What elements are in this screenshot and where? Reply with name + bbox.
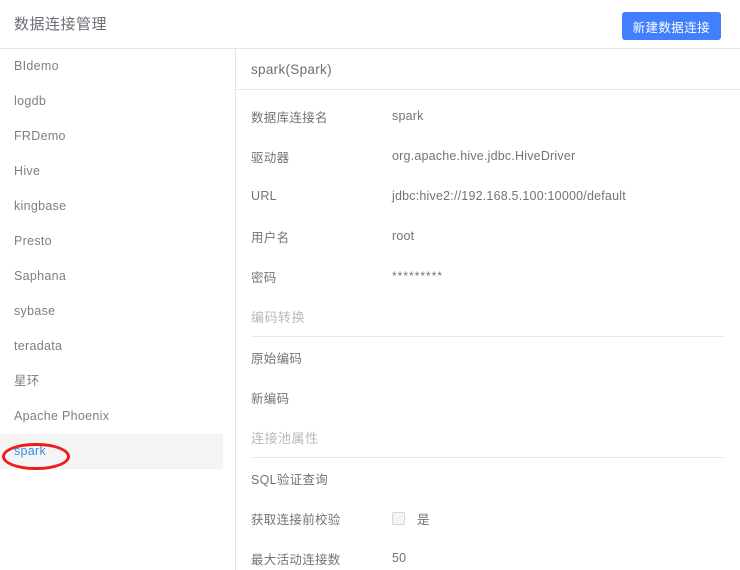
sidebar-item-label: FRDemo [14,129,66,143]
sidebar-item-label: spark [14,444,47,458]
detail-field-label: SQL验证查询 [251,472,329,487]
detail-field-label: 数据库连接名 [251,110,328,125]
connection-detail-panel: spark(Spark) 数据库连接名 spark 驱动器 org.apache.hi… [236,49,740,570]
sidebar-item-logdb[interactable]: logdb [0,84,223,119]
detail-field-row: 数据库连接名 spark [236,96,740,136]
detail-field-row: SQL验证查询 [236,458,740,498]
sidebar-item-bidemo[interactable]: BIdemo [0,49,223,84]
detail-section-header: 连接池属性 [236,417,740,457]
detail-field-label: 新编码 [251,391,290,406]
detail-panel-title: spark(Spark) [251,61,332,77]
top-bar: 数据连接管理 新建数据连接 [0,0,740,49]
checkbox-label: 是 [417,512,430,527]
detail-field-value: jdbc:hive2://192.168.5.100:10000/default [392,189,626,203]
sidebar-item-frdemo[interactable]: FRDemo [0,119,223,154]
sidebar-item-sybase[interactable]: sybase [0,294,223,329]
detail-field-value: root [392,229,415,243]
sidebar-item-label: logdb [14,94,47,108]
new-connection-button[interactable]: 新建数据连接 [621,12,721,40]
detail-field-row: 新编码 [236,377,740,417]
connection-list-sidebar[interactable]: BIdemo logdb FRDemo Hive kingbase Presto Sapha… [0,49,236,570]
sidebar-item-label: Hive [14,164,41,178]
sidebar-item-label: kingbase [14,199,67,213]
detail-field-label: 获取连接前校验 [251,512,341,527]
detail-field-value: ********* [392,269,444,283]
sidebar-item-label: teradata [14,339,63,353]
detail-field-row: 密码 ********* [236,256,740,296]
detail-field-row: 用户名 root [236,216,740,256]
detail-field-value: spark [392,109,424,123]
sidebar-item-label: sybase [14,304,56,318]
sidebar-item-spark[interactable]: spark [0,434,223,469]
detail-field-row: 原始编码 [236,337,740,377]
sidebar-item-label: Saphana [14,269,67,283]
detail-field-label: 驱动器 [251,150,290,165]
detail-panel-header: spark(Spark) [236,49,740,90]
sidebar-item-label: 星环 [14,374,40,388]
detail-field-label: 原始编码 [251,351,303,366]
detail-field-row: URL jdbc:hive2://192.168.5.100:10000/defa… [236,176,740,216]
sidebar-item-label: Presto [14,234,52,248]
section-divider [251,457,724,458]
section-divider [251,336,724,337]
detail-field-row: 最大活动连接数 50 [236,538,740,570]
detail-section-title: 连接池属性 [251,430,319,446]
detail-section-title: 编码转换 [251,309,306,325]
sidebar-item-hive[interactable]: Hive [0,154,223,189]
detail-field-label: URL [251,189,277,203]
sidebar-item-星环[interactable]: 星环 [0,364,223,399]
checkbox-icon[interactable] [392,511,405,525]
detail-field-value: org.apache.hive.jdbc.HiveDriver [392,149,576,163]
detail-field-list: 数据库连接名 spark 驱动器 org.apache.hive.jdbc.HiveD… [236,90,740,570]
detail-section-header: 编码转换 [236,296,740,336]
sidebar-item-apache-phoenix[interactable]: Apache Phoenix [0,399,223,434]
detail-field-label: 最大活动连接数 [251,552,341,567]
sidebar-item-kingbase[interactable]: kingbase [0,189,223,224]
page-title: 数据连接管理 [14,16,108,33]
sidebar-item-teradata[interactable]: teradata [0,329,223,364]
detail-field-row: 驱动器 org.apache.hive.jdbc.HiveDriver [236,136,740,176]
data-connection-management-page: 数据连接管理 新建数据连接 BIdemo logdb FRDemo Hive kingb… [0,0,740,570]
validate-before-fetch-checkbox-group[interactable]: 是 [392,509,430,528]
sidebar-item-presto[interactable]: Presto [0,224,223,259]
connection-list: BIdemo logdb FRDemo Hive kingbase Presto Sapha… [0,49,235,469]
detail-field-label: 用户名 [251,230,290,245]
sidebar-item-label: BIdemo [14,59,59,73]
detail-field-row: 获取连接前校验 是 [236,498,740,538]
detail-field-label: 密码 [251,270,277,285]
sidebar-item-saphana[interactable]: Saphana [0,259,223,294]
detail-field-value: 50 [392,551,407,565]
sidebar-item-label: Apache Phoenix [14,409,110,423]
